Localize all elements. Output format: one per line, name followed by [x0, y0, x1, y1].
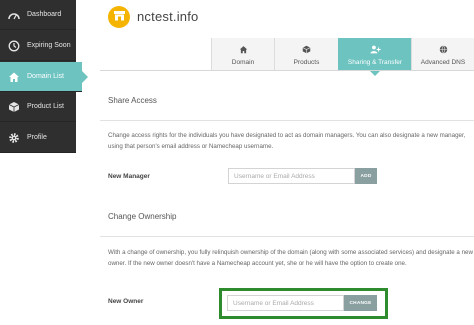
- tabs-divider: [100, 70, 474, 71]
- home-icon: [239, 44, 248, 55]
- sidebar-item-product-list[interactable]: Product List: [0, 92, 76, 122]
- tab-label: Advanced DNS: [420, 58, 466, 66]
- sidebar-item-expiring-soon[interactable]: Expiring Soon: [0, 31, 76, 61]
- gear-icon: [7, 131, 21, 145]
- share-access-description: Change access rights for the individuals…: [108, 132, 466, 150]
- change-owner-button[interactable]: CHANGE: [344, 295, 377, 311]
- sidebar-item-profile[interactable]: Profile: [0, 123, 76, 153]
- box-icon: [7, 100, 21, 114]
- new-manager-label: New Manager: [108, 173, 150, 180]
- share-access-title: Share Access: [108, 96, 157, 105]
- change-ownership-title: Change Ownership: [108, 212, 177, 221]
- sidebar-item-label: Domain List: [27, 73, 64, 80]
- change-ownership-description: With a change of ownership, you fully re…: [108, 249, 473, 267]
- sidebar-item-label: Product List: [27, 103, 64, 110]
- page-title: nctest.info: [137, 9, 199, 24]
- tab-domain[interactable]: Domain: [211, 38, 274, 71]
- dashboard-icon: [7, 8, 21, 22]
- store-icon: [113, 8, 126, 26]
- divider: [100, 236, 474, 237]
- new-owner-input[interactable]: [227, 295, 344, 311]
- tab-advanced-dns[interactable]: Advanced DNS: [411, 38, 474, 71]
- tab-products[interactable]: Products: [274, 38, 338, 71]
- sidebar-item-dashboard[interactable]: Dashboard: [0, 0, 76, 30]
- clock-icon: [7, 39, 21, 53]
- domain-logo: [108, 6, 130, 28]
- sidebar-item-label: Profile: [27, 134, 47, 141]
- tab-label: Domain: [231, 58, 255, 66]
- user-add-icon: [369, 44, 381, 55]
- sidebar-item-label: Dashboard: [27, 11, 62, 18]
- new-manager-input[interactable]: [228, 168, 355, 184]
- sidebar: Dashboard Expiring Soon Domain List Prod…: [0, 0, 88, 153]
- tab-label: Products: [293, 58, 320, 66]
- sidebar-item-label: Expiring Soon: [27, 42, 71, 49]
- divider: [100, 120, 474, 121]
- tab-label: Sharing & Transfer: [347, 58, 403, 66]
- box-icon: [302, 44, 311, 55]
- sidebar-item-domain-list[interactable]: Domain List: [0, 62, 88, 92]
- new-owner-label: New Owner: [108, 298, 144, 305]
- add-manager-button[interactable]: ADD: [355, 168, 377, 184]
- globe-icon: [439, 44, 448, 55]
- home-icon: [7, 70, 21, 84]
- tab-sharing-transfer[interactable]: Sharing & Transfer: [338, 38, 411, 76]
